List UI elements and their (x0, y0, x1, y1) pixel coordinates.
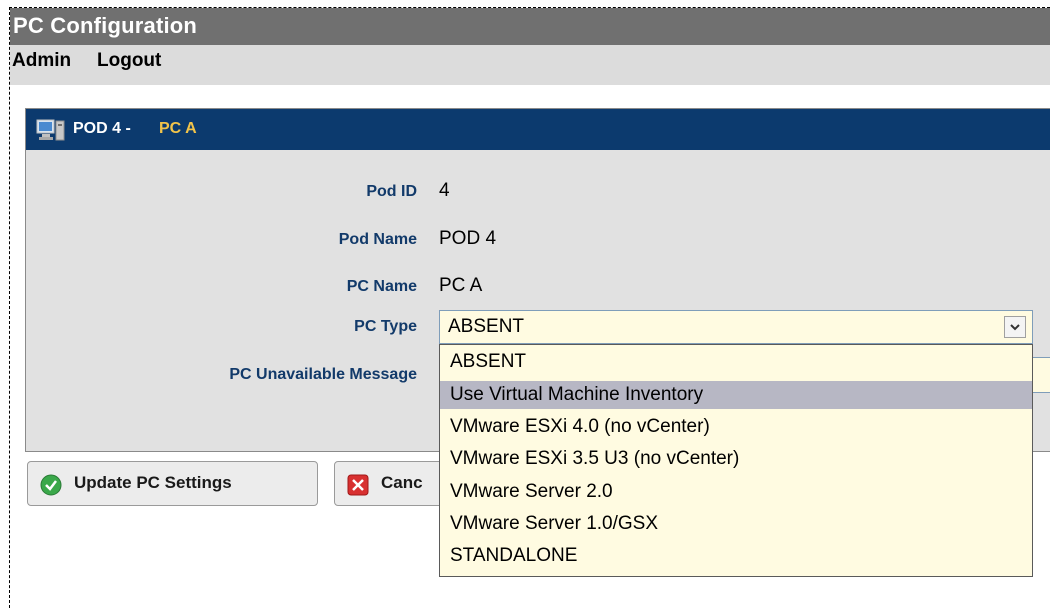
dropdown-option[interactable]: ABSENT (440, 348, 1032, 376)
page-title: PC Configuration (13, 13, 198, 38)
title-bar: PC Configuration (10, 8, 1050, 45)
green-check-icon (40, 474, 62, 501)
panel-header: POD 4 - PC A (26, 109, 1050, 150)
pc-unavailable-message-input[interactable] (1030, 357, 1050, 393)
pc-type-select[interactable]: ABSENT (439, 310, 1033, 344)
pc-type-selected-value: ABSENT (448, 316, 525, 337)
pod-name-label: Pod Name (338, 231, 417, 248)
cancel-button[interactable]: Canc (334, 461, 454, 506)
panel-pc-label: PC A (159, 120, 197, 137)
chevron-down-icon[interactable] (1004, 316, 1026, 338)
pc-type-label: PC Type (354, 318, 417, 335)
pc-type-dropdown-list: ABSENT Use Virtual Machine Inventory VMw… (439, 344, 1033, 577)
pc-name-value: PC A (439, 275, 483, 296)
menu-admin[interactable]: Admin (12, 50, 71, 72)
dropdown-option-highlighted[interactable]: Use Virtual Machine Inventory (440, 381, 1032, 409)
menu-bar: Admin Logout (10, 45, 1050, 85)
pod-name-value: POD 4 (439, 228, 497, 249)
computer-icon (36, 119, 66, 146)
pod-id-label: Pod ID (366, 183, 417, 200)
cancel-button-label: Canc (381, 473, 423, 492)
pc-name-label: PC Name (346, 278, 417, 295)
dropdown-option[interactable]: VMware ESXi 3.5 U3 (no vCenter) (440, 445, 1032, 473)
pc-unavailable-label: PC Unavailable Message (229, 366, 417, 383)
dropdown-option[interactable]: STANDALONE (440, 542, 1032, 570)
red-x-icon (347, 474, 369, 501)
panel-pod-label: POD 4 - (73, 120, 131, 137)
update-pc-settings-button[interactable]: Update PC Settings (27, 461, 318, 506)
dropdown-option[interactable]: VMware Server 2.0 (440, 478, 1032, 506)
dropdown-option[interactable]: VMware ESXi 4.0 (no vCenter) (440, 413, 1032, 441)
pod-id-value: 4 (439, 180, 450, 201)
dropdown-option[interactable]: VMware Server 1.0/GSX (440, 510, 1032, 538)
update-button-label: Update PC Settings (74, 473, 232, 492)
menu-logout[interactable]: Logout (97, 50, 161, 72)
